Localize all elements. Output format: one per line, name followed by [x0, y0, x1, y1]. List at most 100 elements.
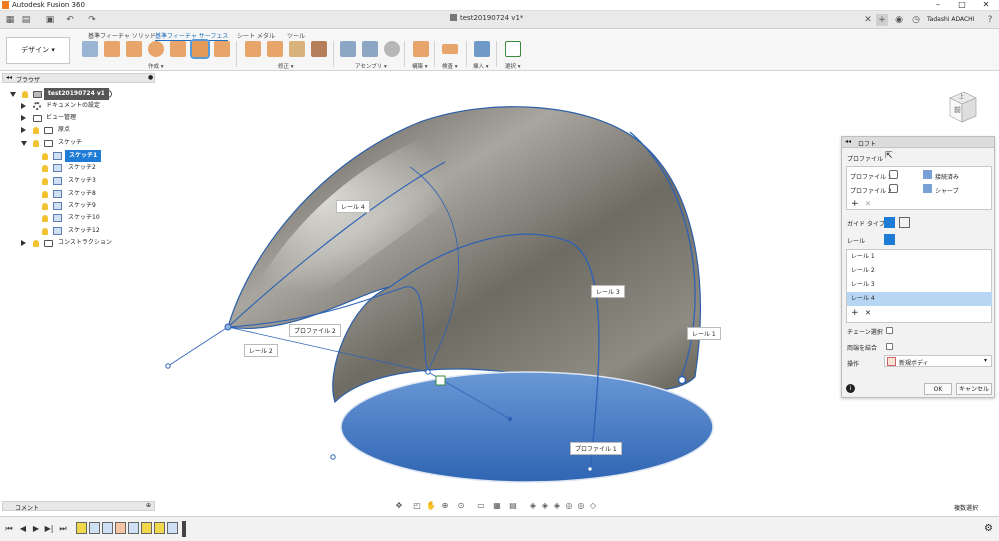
- sketch-point[interactable]: [330, 454, 336, 460]
- visual-style-1-icon[interactable]: ◈: [528, 501, 538, 511]
- visibility-bulb-icon[interactable]: [42, 165, 48, 172]
- rail-1-label[interactable]: レール 1: [687, 327, 721, 340]
- visibility-bulb-icon[interactable]: [42, 178, 48, 185]
- grid-icon[interactable]: ▦: [492, 501, 502, 511]
- visual-style-3-icon[interactable]: ◈: [552, 501, 562, 511]
- tree-item[interactable]: スケッチ: [0, 137, 160, 149]
- info-icon[interactable]: i: [846, 384, 855, 393]
- step-back-icon[interactable]: ◀: [18, 524, 28, 534]
- viewcube[interactable]: 前 上: [944, 88, 978, 126]
- close-tab-icon[interactable]: ✕: [862, 14, 874, 26]
- create-sketch-icon[interactable]: [82, 41, 98, 57]
- add-profile-icon[interactable]: +: [851, 199, 859, 209]
- collapse-arrow-icon[interactable]: [10, 92, 16, 97]
- patch-icon[interactable]: [170, 41, 186, 57]
- sketch-point[interactable]: [224, 323, 232, 331]
- undo-icon[interactable]: ↶: [64, 14, 76, 26]
- canvas-viewport[interactable]: レール 4 レール 3 レール 1 レール 2 プロファイル 2 プロファイル …: [160, 72, 840, 517]
- sketch-item[interactable]: スケッチ3: [0, 175, 160, 187]
- viewcube-front-face[interactable]: 前: [954, 105, 961, 115]
- tree-item[interactable]: 原点: [0, 124, 160, 136]
- collapse-icon[interactable]: ◂◂: [6, 74, 12, 81]
- sweep-icon[interactable]: [148, 41, 164, 57]
- rail-list-item[interactable]: レール 1: [847, 250, 992, 264]
- timeline-sketch-item[interactable]: [167, 522, 178, 534]
- rail-3-label[interactable]: レール 3: [591, 285, 625, 298]
- merge-ends-checkbox[interactable]: [886, 343, 893, 350]
- trim-icon[interactable]: [267, 41, 283, 57]
- sketch-item[interactable]: スケッチ2: [0, 162, 160, 174]
- profile-1-label[interactable]: プロファイル 1: [570, 442, 622, 455]
- close-window-button[interactable]: ✕: [974, 0, 998, 10]
- expand-arrow-icon[interactable]: [21, 240, 26, 246]
- visibility-bulb-icon[interactable]: [33, 240, 39, 247]
- remove-rail-icon[interactable]: ✕: [865, 309, 871, 317]
- tree-item[interactable]: ドキュメントの設定: [0, 100, 160, 112]
- comments-panel[interactable]: コメント ⊕: [2, 501, 155, 512]
- extrude-icon[interactable]: [104, 41, 120, 57]
- group-select[interactable]: 選択 ▾: [505, 62, 521, 70]
- profile-list[interactable]: プロファイル 1 接続済み プロファイル 2 シャープ + ✕: [846, 166, 992, 210]
- profile-2-name[interactable]: プロファイル 2: [850, 186, 892, 195]
- minimize-button[interactable]: –: [926, 0, 950, 10]
- expand-arrow-icon[interactable]: [21, 127, 26, 133]
- object-select-status[interactable]: 複数選択: [954, 503, 978, 512]
- rail-select-icon[interactable]: [884, 234, 895, 245]
- group-create[interactable]: 作成 ▾: [148, 62, 164, 70]
- timeline-feature-item[interactable]: [115, 522, 126, 534]
- orbit-icon[interactable]: ✥: [394, 501, 404, 511]
- rail-list-item[interactable]: レール 2: [847, 264, 992, 278]
- collapse-icon[interactable]: ◂◂: [845, 138, 851, 145]
- timeline-sketch-item[interactable]: [141, 522, 152, 534]
- go-to-end-icon[interactable]: ⏭: [58, 524, 68, 534]
- visibility-bulb-icon[interactable]: [33, 127, 39, 134]
- extend-icon[interactable]: [289, 41, 305, 57]
- visibility-bulb-icon[interactable]: [42, 215, 48, 222]
- tab-surface[interactable]: 基準フィーチャ サーフェス: [155, 31, 229, 41]
- timeline-sketch-item[interactable]: [76, 522, 87, 534]
- new-component-icon[interactable]: [340, 41, 356, 57]
- cancel-button[interactable]: キャンセル: [956, 383, 992, 395]
- pan-icon[interactable]: ✋: [426, 501, 436, 511]
- timeline-settings-gear-icon[interactable]: ⚙: [984, 523, 993, 534]
- loft-header[interactable]: ◂◂ ロフト: [842, 137, 994, 148]
- add-comment-icon[interactable]: ⊕: [146, 502, 151, 509]
- timeline-sketch-item[interactable]: [102, 522, 113, 534]
- play-icon[interactable]: ▶: [31, 524, 41, 534]
- go-to-start-icon[interactable]: ⏮: [4, 524, 14, 534]
- pin-icon[interactable]: ●: [148, 74, 153, 81]
- collapse-arrow-icon[interactable]: [21, 141, 27, 146]
- profile-disc[interactable]: [340, 371, 714, 483]
- rail-4-label[interactable]: レール 4: [336, 200, 370, 213]
- measure-icon[interactable]: [442, 44, 458, 54]
- tab-sheet-metal[interactable]: シート メタル: [237, 31, 275, 40]
- visibility-bulb-icon[interactable]: [33, 140, 39, 147]
- point-manipulator-icon[interactable]: [435, 375, 446, 386]
- visual-style-2-icon[interactable]: ◈: [540, 501, 550, 511]
- ok-button[interactable]: OK: [924, 383, 952, 395]
- group-assemble[interactable]: アセンブリ ▾: [355, 62, 387, 70]
- visual-style-6-icon[interactable]: ◇: [588, 501, 598, 511]
- profile-1-name[interactable]: プロファイル 1: [850, 172, 892, 181]
- dropdown-arrow-icon[interactable]: ▾: [984, 357, 987, 364]
- visibility-bulb-icon[interactable]: [42, 203, 48, 210]
- file-menu-icon[interactable]: ▤: [20, 14, 32, 26]
- stitch-icon[interactable]: [245, 41, 261, 57]
- visibility-bulb-icon[interactable]: [42, 228, 48, 235]
- sketch-item[interactable]: スケッチ9: [0, 200, 160, 212]
- profile-1-type[interactable]: 接続済み: [935, 172, 959, 181]
- expand-arrow-icon[interactable]: [21, 115, 26, 121]
- tab-tools[interactable]: ツール: [287, 31, 305, 40]
- redo-icon[interactable]: ↷: [86, 14, 98, 26]
- joint-icon[interactable]: [362, 41, 378, 57]
- group-modify[interactable]: 修正 ▾: [278, 62, 294, 70]
- chain-select-checkbox[interactable]: [886, 327, 893, 334]
- sketch-point[interactable]: [677, 375, 687, 385]
- tree-root[interactable]: test20190724 v1: [0, 88, 160, 100]
- browser-header[interactable]: ◂◂ ブラウザ ●: [2, 73, 155, 84]
- tab-solid[interactable]: 基準フィーチャ ソリッド: [88, 31, 156, 40]
- document-tab[interactable]: test20190724 v1*: [450, 14, 523, 22]
- viewcube-top-face[interactable]: 上: [959, 93, 964, 100]
- remove-profile-icon[interactable]: ✕: [865, 200, 871, 208]
- timeline-sketch-item[interactable]: [89, 522, 100, 534]
